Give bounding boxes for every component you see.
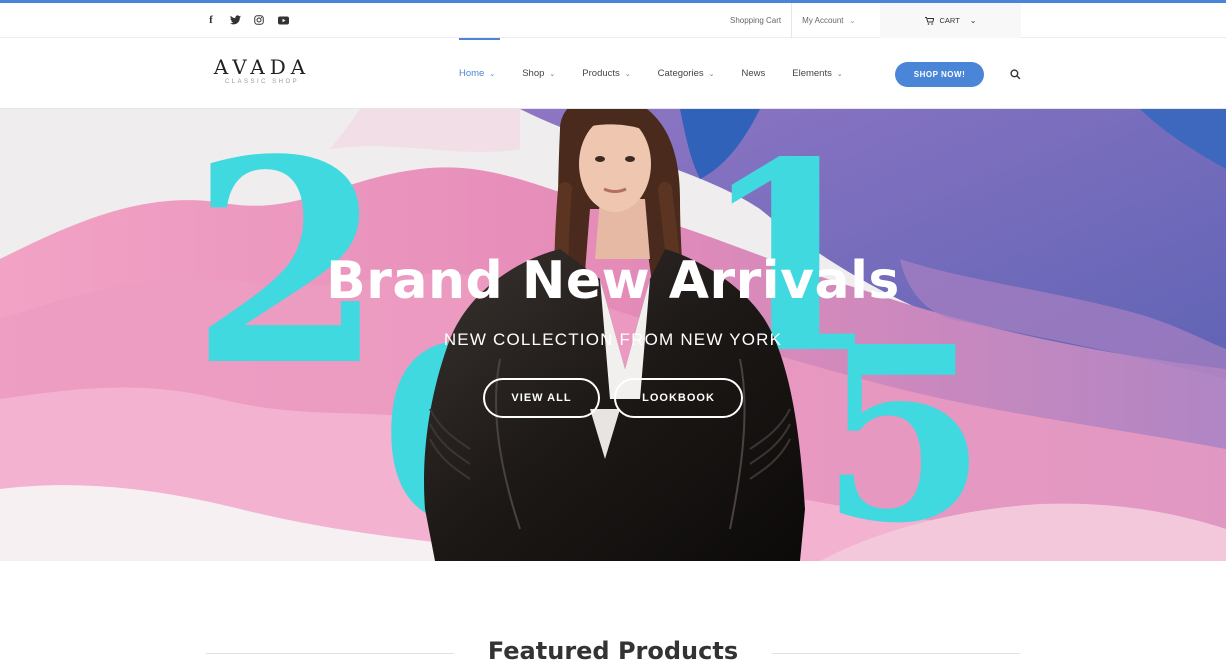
logo-subtitle: CLASSIC SHOP <box>224 79 300 85</box>
twitter-icon[interactable] <box>229 13 241 27</box>
shopping-cart-link[interactable]: Shopping Cart <box>720 3 793 38</box>
featured-section: Featured Products <box>0 561 1226 672</box>
my-account-link[interactable]: My Account ⌄ <box>792 3 865 38</box>
nav-item-elements[interactable]: Elements ⌄ <box>792 38 842 109</box>
chevron-down-icon: ⌄ <box>969 16 977 25</box>
logo[interactable]: AVADA CLASSIC SHOP <box>206 56 318 85</box>
nav-item-shop[interactable]: Shop ⌄ <box>522 38 555 109</box>
chevron-down-icon: ⌄ <box>624 70 631 78</box>
divider-right <box>772 653 1020 654</box>
nav-label: News <box>741 68 766 79</box>
search-icon[interactable] <box>1010 69 1021 80</box>
chevron-down-icon: ⌄ <box>836 70 843 78</box>
nav-label: Home <box>459 68 485 79</box>
logo-text: AVADA <box>213 55 311 79</box>
top-links: Shopping Cart My Account ⌄ <box>720 3 865 38</box>
hero-title: Brand New Arrivals <box>326 251 900 311</box>
cart-dropdown[interactable]: CART ⌄ <box>880 3 1021 38</box>
chevron-down-icon: ⌄ <box>849 17 856 25</box>
chevron-down-icon: ⌄ <box>708 70 715 78</box>
youtube-icon[interactable] <box>277 13 289 27</box>
nav-label: Shop <box>522 68 545 79</box>
social-links: f <box>205 13 289 27</box>
my-account-label: My Account <box>802 16 844 25</box>
hero-banner: 2 0 1 5 <box>0 109 1226 561</box>
chevron-down-icon: ⌄ <box>549 70 556 78</box>
shop-now-button[interactable]: SHOP NOW! <box>895 62 984 87</box>
cart-label: CART <box>939 16 960 25</box>
featured-title: Featured Products <box>487 637 739 665</box>
shopping-cart-label: Shopping Cart <box>730 16 782 25</box>
nav-label: Elements <box>792 68 832 79</box>
cart-icon <box>924 16 934 25</box>
instagram-icon[interactable] <box>253 13 265 27</box>
view-all-button[interactable]: VIEW ALL <box>483 378 600 418</box>
chevron-down-icon: ⌄ <box>489 70 496 78</box>
lookbook-button[interactable]: LOOKBOOK <box>614 378 743 418</box>
main-nav: Home ⌄ Shop ⌄ Products ⌄ Categories ⌄ News E… <box>459 38 870 109</box>
nav-item-news[interactable]: News <box>741 38 765 109</box>
hero-subtitle: NEW COLLECTION FROM NEW YORK <box>443 330 783 349</box>
nav-label: Products <box>582 68 620 79</box>
nav-item-categories[interactable]: Categories ⌄ <box>658 38 715 109</box>
main-header: AVADA CLASSIC SHOP Home ⌄ Shop ⌄ Products ⌄… <box>0 38 1226 109</box>
nav-item-home[interactable]: Home ⌄ <box>459 38 501 109</box>
nav-label: Categories <box>657 68 704 79</box>
nav-item-products[interactable]: Products ⌄ <box>582 38 630 109</box>
top-bar: f Shopping Cart My Account ⌄ CART ⌄ <box>0 3 1226 38</box>
facebook-icon[interactable]: f <box>205 13 217 27</box>
